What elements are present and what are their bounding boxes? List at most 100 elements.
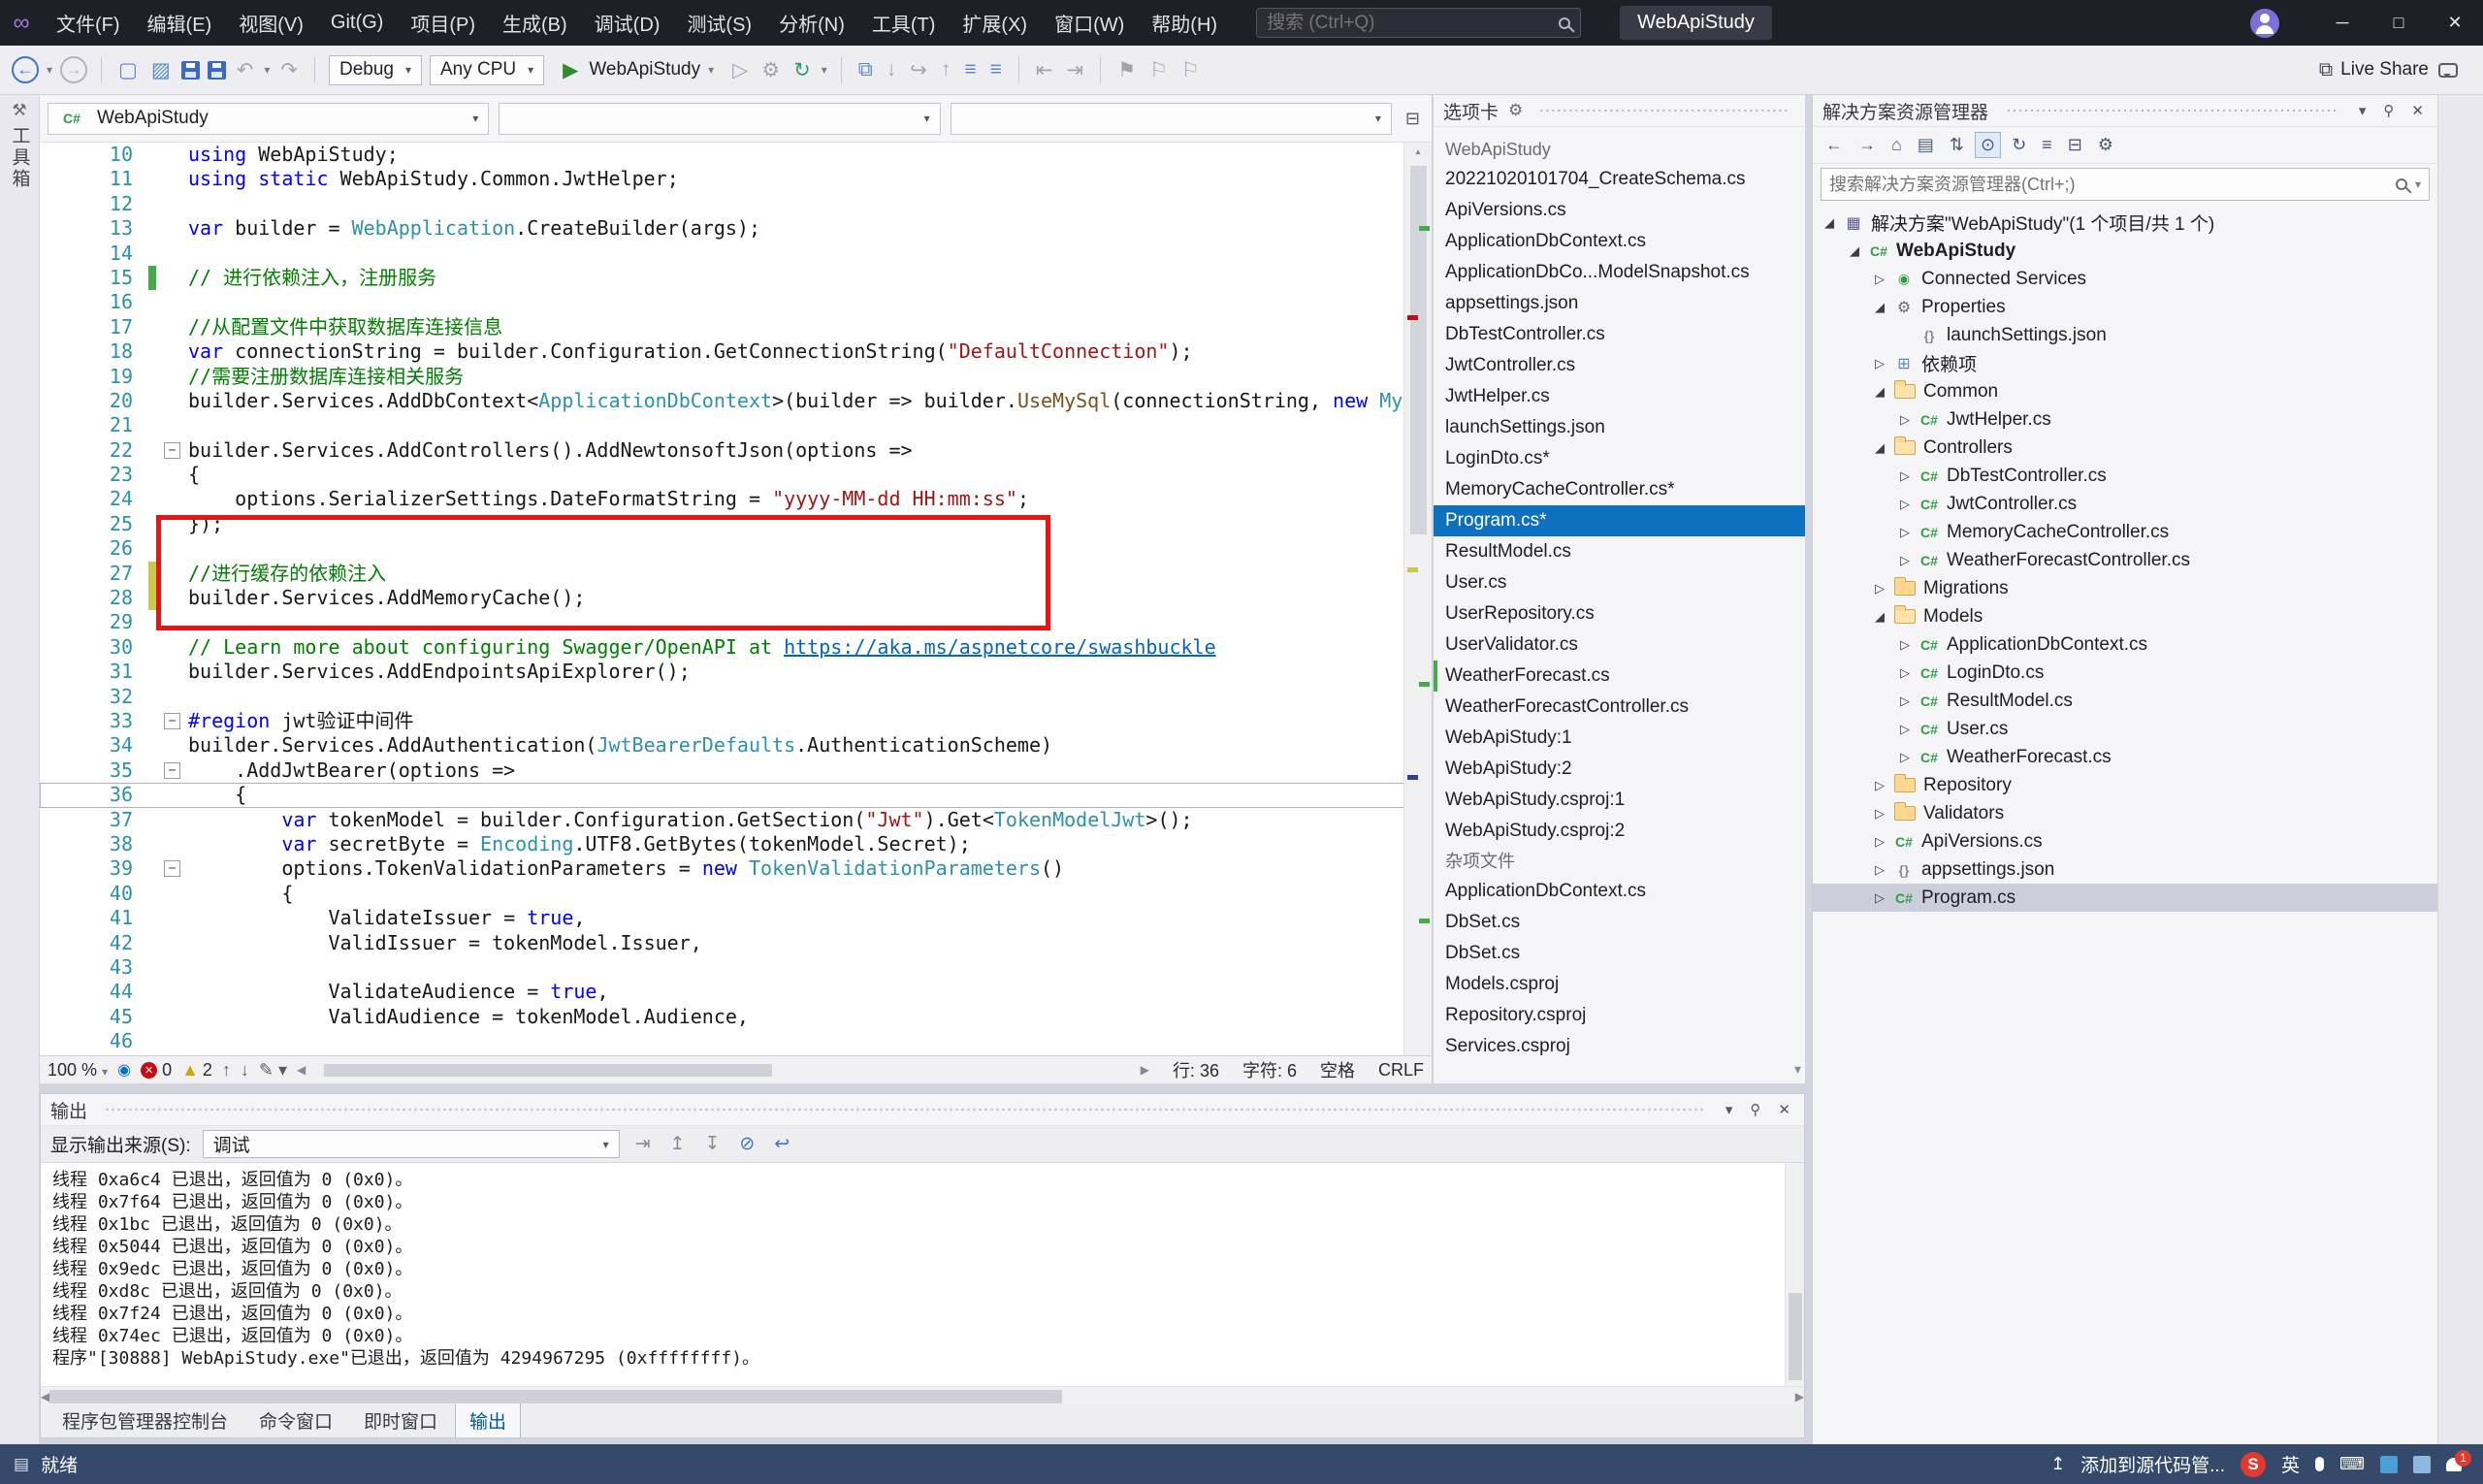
code-line[interactable]: 46 bbox=[40, 1029, 1432, 1053]
drag-handle[interactable] bbox=[2004, 107, 2339, 114]
code-line[interactable]: 44 ValidateAudience = true, bbox=[40, 980, 1432, 1004]
tree-item[interactable]: ◢ Models bbox=[1813, 602, 2437, 630]
navigate-forward-button[interactable]: → bbox=[60, 56, 88, 83]
code-line[interactable]: 16 bbox=[40, 290, 1432, 314]
document-tab[interactable]: WeatherForecastController.cs bbox=[1434, 692, 1805, 723]
redo-button[interactable]: ↷ bbox=[277, 58, 301, 82]
code-line[interactable]: 25}); bbox=[40, 512, 1432, 536]
scroll-up-icon[interactable]: ▴ bbox=[1404, 143, 1432, 162]
document-tab[interactable]: WebApiStudy.csproj:1 bbox=[1434, 785, 1805, 816]
word-wrap-icon[interactable]: ↩ bbox=[770, 1133, 793, 1155]
switch-views-icon[interactable]: ▤ bbox=[1913, 133, 1939, 157]
minimize-button[interactable]: ─ bbox=[2314, 0, 2370, 46]
next-bookmark-button[interactable]: ⚐ bbox=[1178, 58, 1203, 82]
next-issue-icon[interactable]: ↓ bbox=[241, 1060, 249, 1081]
document-tab[interactable]: MemoryCacheController.cs* bbox=[1434, 474, 1805, 505]
code-line[interactable]: 40 { bbox=[40, 882, 1432, 906]
code-line[interactable]: 34 builder.Services.AddAuthentication(Jwt… bbox=[40, 733, 1432, 758]
code-line[interactable]: 39 − options.TokenValidationParameters = … bbox=[40, 856, 1432, 881]
tree-item[interactable]: ◢ ▦ 解决方案"WebApiStudy"(1 个项目/共 1 个) bbox=[1813, 209, 2437, 237]
open-file-button[interactable]: ▨ bbox=[148, 58, 174, 82]
tree-item[interactable]: ▷ {} appsettings.json bbox=[1813, 855, 2437, 884]
code-line[interactable]: 12 bbox=[40, 192, 1432, 216]
tree-item[interactable]: ▷ C# Program.cs bbox=[1813, 884, 2437, 912]
tabs-scroll-down-icon[interactable]: ▾ bbox=[1794, 1061, 1801, 1078]
code-line[interactable]: 20 builder.Services.AddDbContext<Applicat… bbox=[40, 389, 1432, 413]
document-tab[interactable]: WebApiStudy:1 bbox=[1434, 723, 1805, 754]
quick-search-input[interactable] bbox=[1267, 12, 1560, 34]
code-editor[interactable]: 10 using WebApiStudy; 11 using static WebAp… bbox=[40, 143, 1432, 1055]
document-tab[interactable]: UserValidator.cs bbox=[1434, 629, 1805, 661]
expander-icon[interactable]: ◢ bbox=[1869, 384, 1890, 400]
document-tab[interactable]: ApplicationDbContext.cs bbox=[1434, 876, 1805, 907]
fold-marker[interactable]: − bbox=[164, 441, 180, 459]
code-line[interactable]: 37 var tokenModel = builder.Configuratio… bbox=[40, 808, 1432, 832]
scroll-right-icon[interactable]: ▶ bbox=[1141, 1063, 1149, 1077]
add-to-source-control-button[interactable]: 添加到源代码管... bbox=[2080, 1451, 2225, 1477]
document-tab[interactable]: ResultModel.cs bbox=[1434, 536, 1805, 567]
tree-item[interactable]: ▷ C# DbTestController.cs bbox=[1813, 462, 2437, 490]
account-avatar[interactable] bbox=[2250, 8, 2279, 38]
bottom-tab[interactable]: 程序包管理器控制台 bbox=[48, 1403, 242, 1437]
expander-icon[interactable]: ▷ bbox=[1869, 778, 1890, 793]
document-tab[interactable]: User.cs bbox=[1434, 567, 1805, 598]
scrollbar-thumb[interactable] bbox=[323, 1063, 772, 1077]
output-body[interactable]: 线程 0xa6c4 已退出，返回值为 0 (0x0)。 线程 0x7f64 已退出… bbox=[41, 1163, 1804, 1386]
document-tab[interactable]: ApiVersions.cs bbox=[1434, 195, 1805, 226]
prev-issue-icon[interactable]: ↑ bbox=[222, 1060, 231, 1081]
tree-item[interactable]: ▷ C# ResultModel.cs bbox=[1813, 687, 2437, 715]
pin-icon[interactable]: ⚲ bbox=[2379, 102, 2398, 119]
navigate-backward-button[interactable]: ← bbox=[12, 56, 39, 83]
document-tab[interactable]: DbSet.cs bbox=[1434, 907, 1805, 938]
code-line[interactable]: 10 using WebApiStudy; bbox=[40, 143, 1432, 167]
drag-handle[interactable] bbox=[1538, 107, 1790, 114]
expander-icon[interactable]: ◢ bbox=[1869, 440, 1890, 456]
expander-icon[interactable]: ▷ bbox=[1894, 468, 1916, 484]
code-line[interactable]: 28 builder.Services.AddMemoryCache(); bbox=[40, 586, 1432, 611]
code-line[interactable]: 19 //需要注册数据库连接相关服务 bbox=[40, 365, 1432, 389]
bottom-tab[interactable]: 即时窗口 bbox=[350, 1403, 451, 1437]
bottom-tab[interactable]: 输出 bbox=[455, 1403, 522, 1437]
goto-previous-icon[interactable]: ↥ bbox=[666, 1133, 690, 1155]
tree-item[interactable]: ▷ C# JwtController.cs bbox=[1813, 490, 2437, 518]
expander-icon[interactable]: ▷ bbox=[1869, 890, 1890, 906]
menu-item[interactable]: Git(G) bbox=[317, 0, 397, 46]
expander-icon[interactable]: ◢ bbox=[1869, 609, 1890, 625]
menu-item[interactable]: 项目(P) bbox=[397, 0, 489, 46]
close-panel-icon[interactable]: ✕ bbox=[2407, 102, 2428, 119]
tree-item[interactable]: ◢ C# WebApiStudy bbox=[1813, 237, 2437, 265]
error-list-button[interactable]: ≡ bbox=[961, 58, 979, 81]
tree-item[interactable]: ▷ C# WeatherForecastController.cs bbox=[1813, 546, 2437, 574]
project-dropdown[interactable]: C# WebApiStudy ▾ bbox=[48, 102, 490, 135]
code-line[interactable]: 21 bbox=[40, 413, 1432, 437]
output-horizontal-scrollbar[interactable]: ◀ ▶ bbox=[41, 1386, 1804, 1405]
vertical-splitter[interactable] bbox=[1805, 95, 1812, 1444]
horizontal-splitter[interactable] bbox=[40, 1083, 1805, 1093]
quick-search-box[interactable] bbox=[1256, 8, 1582, 38]
scroll-right-icon[interactable]: ▶ bbox=[1795, 1390, 1804, 1403]
menu-item[interactable]: 帮助(H) bbox=[1138, 0, 1231, 46]
step-over-button[interactable]: ↪ bbox=[907, 58, 930, 82]
ime-language-indicator[interactable]: 英 bbox=[2281, 1451, 2300, 1477]
properties-icon[interactable]: ⚙ bbox=[2093, 133, 2118, 157]
expander-icon[interactable]: ▷ bbox=[1869, 862, 1890, 878]
task-list-button[interactable]: ≡ bbox=[987, 58, 1005, 81]
background-tasks-icon[interactable]: ▤ bbox=[14, 1455, 29, 1474]
se-forward-icon[interactable]: → bbox=[1854, 133, 1881, 157]
scroll-left-icon[interactable]: ◀ bbox=[297, 1063, 306, 1077]
fold-marker[interactable]: − bbox=[164, 761, 180, 779]
tree-item[interactable]: ▷ Migrations bbox=[1813, 574, 2437, 602]
document-health-icon[interactable]: ◉ bbox=[117, 1060, 131, 1080]
split-window-icon[interactable]: ⊟ bbox=[1402, 109, 1424, 129]
code-line[interactable]: 23 { bbox=[40, 463, 1432, 487]
sogou-ime-icon[interactable]: S bbox=[2241, 1451, 2266, 1477]
start-without-debugging-button[interactable]: ▷ bbox=[729, 58, 751, 82]
step-out-button[interactable]: ↑ bbox=[938, 58, 954, 81]
editor-vertical-scrollbar[interactable]: ▴ bbox=[1403, 143, 1432, 1055]
edit-mode-icon[interactable]: ✎ ▾ bbox=[259, 1060, 287, 1081]
scrollbar-thumb[interactable] bbox=[49, 1390, 1062, 1403]
code-line[interactable]: 14 bbox=[40, 242, 1432, 266]
type-dropdown[interactable]: ▾ bbox=[499, 102, 941, 135]
tree-item[interactable]: ▷ C# ApiVersions.cs bbox=[1813, 827, 2437, 855]
scroll-left-icon[interactable]: ◀ bbox=[41, 1390, 49, 1403]
